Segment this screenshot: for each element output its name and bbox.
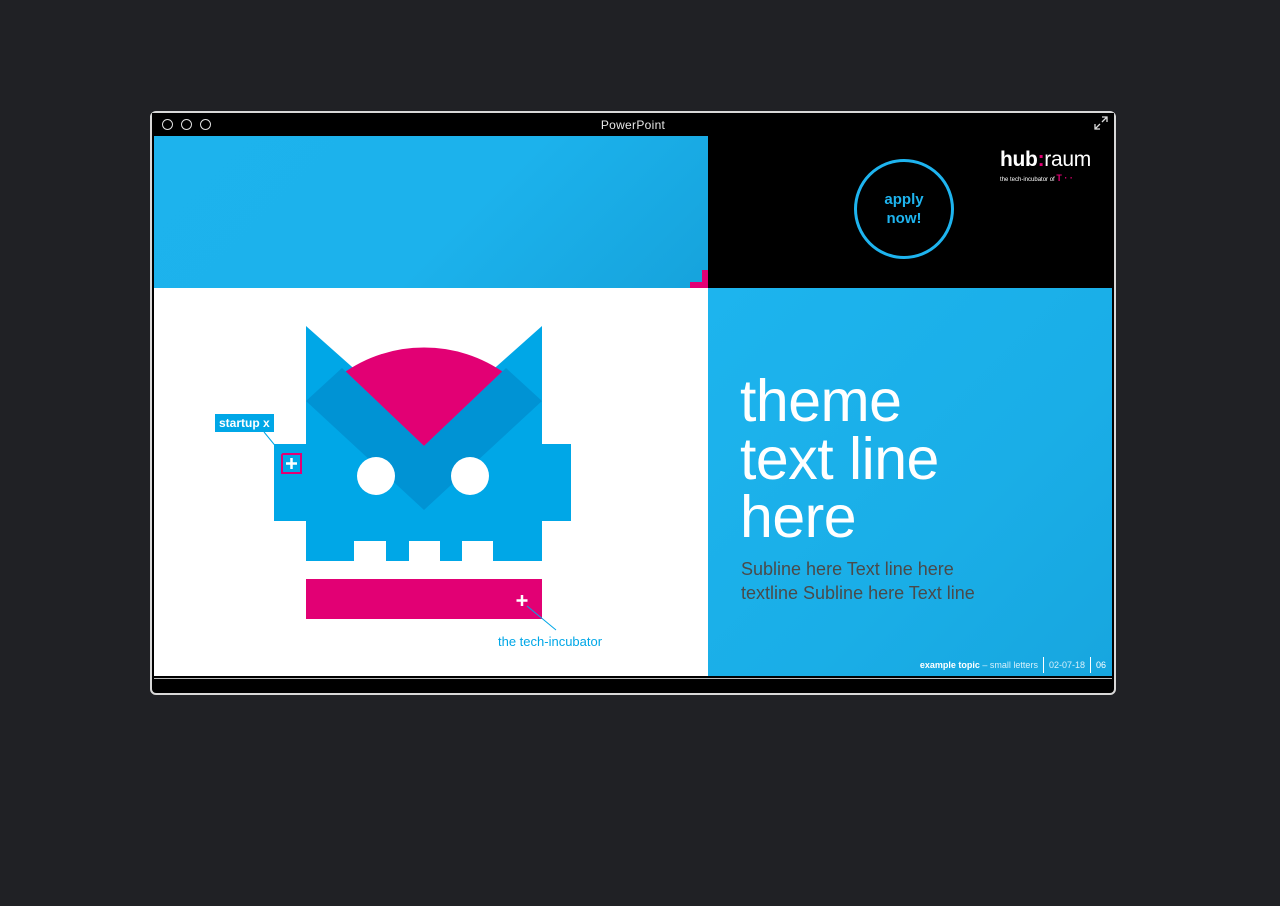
subline-line1: Subline here Text line here — [741, 559, 954, 579]
theme-line1: theme — [740, 368, 902, 434]
apply-now-line2: now! — [886, 210, 922, 227]
hubraum-logo: hub:raum the tech-incubator of T · · — [1000, 148, 1091, 183]
logo-raum: raum — [1044, 148, 1091, 171]
robot-left-eye — [357, 457, 395, 495]
robot-illustration — [263, 326, 571, 631]
title-bar: PowerPoint — [152, 113, 1114, 136]
slide-footer: example topic – small letters 02-07-18 0… — [920, 656, 1106, 674]
logo-hub: hub — [1000, 148, 1038, 171]
theme-line2: text line — [740, 426, 939, 492]
theme-line3: here — [740, 484, 857, 550]
subline-text: Subline here Text line here textline Sub… — [741, 557, 1081, 605]
incubator-label: the tech-incubator — [498, 634, 603, 649]
slide: apply now! hub:raum the tech-incubator o… — [154, 136, 1112, 676]
powerpoint-window: PowerPoint apply now! hub:raum the tech-… — [150, 111, 1116, 695]
apply-now-button[interactable]: apply now! — [854, 159, 954, 259]
footer-topic: example topic — [919, 660, 980, 670]
footer-topic-rest: – small letters — [982, 660, 1038, 670]
subline-line2: textline Subline here Text line — [741, 583, 975, 603]
startup-connector-line — [263, 431, 283, 455]
footer-page-number: 06 — [1095, 660, 1106, 670]
footer-divider — [1089, 657, 1091, 673]
apply-now-line1: apply — [884, 191, 924, 208]
robot-mouth-bar — [306, 579, 542, 619]
theme-text: theme text line here — [740, 368, 1080, 550]
footer-divider — [1042, 657, 1044, 673]
logo-tagline: the tech-incubator of — [1000, 177, 1055, 183]
window-bottom-bar — [154, 678, 1112, 692]
window-title: PowerPoint — [600, 118, 666, 132]
fullscreen-icon[interactable] — [1094, 116, 1108, 130]
startup-label: startup x — [215, 414, 274, 432]
robot-right-eye — [451, 457, 489, 495]
footer-date: 02-07-18 — [1048, 660, 1085, 670]
telekom-t-icon: T · · — [1056, 173, 1073, 183]
